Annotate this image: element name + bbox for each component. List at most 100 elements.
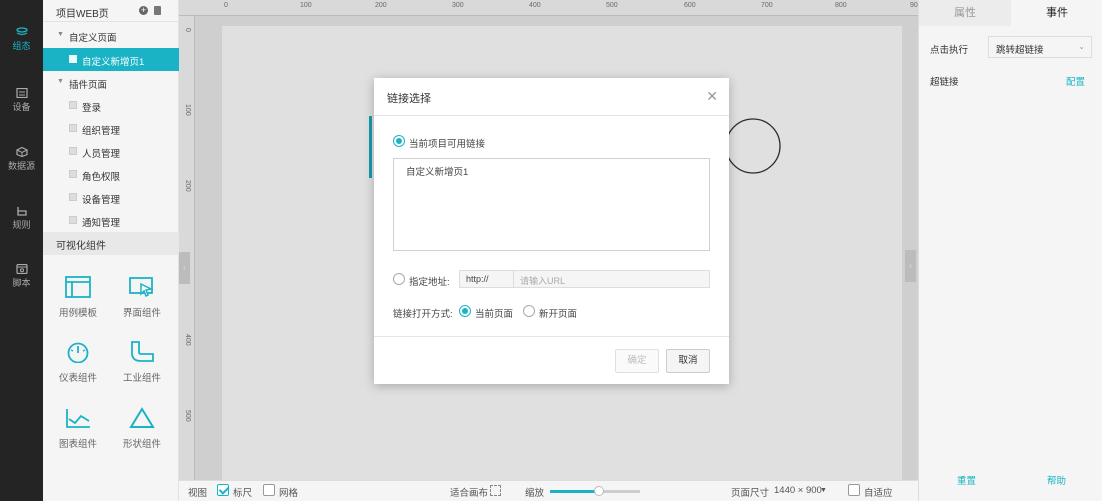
page-icon	[69, 147, 77, 155]
nav-item-device[interactable]: 设备	[0, 88, 43, 113]
tree-item-plugin-notify[interactable]: 通知管理	[43, 209, 179, 232]
triangle-icon	[129, 407, 155, 428]
nav-item-topology[interactable]: 组态	[0, 27, 43, 52]
zoom-slider[interactable]	[550, 486, 640, 496]
confirm-button[interactable]: 确定	[615, 349, 659, 373]
script-icon	[15, 264, 28, 274]
nav-label: 规则	[12, 220, 31, 230]
link-select-dialog: 链接选择 ✕ 当前项目可用链接 自定义新增页1 指定地址: http:// 请输…	[374, 78, 729, 384]
tree-item-plugin-users[interactable]: 人员管理	[43, 140, 179, 163]
tree-item-label: 角色权限	[82, 172, 121, 183]
auto-fit-checkbox[interactable]	[848, 484, 860, 496]
page-icon	[69, 55, 77, 63]
tree-item-plugin-roles[interactable]: 角色权限	[43, 163, 179, 186]
hyperlink-label: 超链接	[930, 77, 959, 88]
sidebar-title: 项目WEB页	[56, 9, 109, 20]
tree-item-label: 设备管理	[82, 195, 121, 206]
tree-item-plugin-devices[interactable]: 设备管理	[43, 186, 179, 209]
trash-icon[interactable]	[154, 6, 161, 15]
url-input[interactable]: 请输入URL	[520, 274, 565, 287]
component-chart[interactable]: 图表组件	[48, 407, 108, 450]
page-icon	[69, 216, 77, 224]
properties-panel: 属性 事件 点击执行 跳转超链接 ⌄ 超链接 配置 重置 帮助	[918, 0, 1102, 501]
tree-item-label: 自定义新增页1	[82, 57, 145, 68]
chevron-down-icon: ⌄	[1078, 42, 1085, 51]
tree-group-custom[interactable]: ▼ 自定义页面	[43, 24, 179, 47]
open-current-label: 当前页面	[475, 309, 514, 320]
tree-item-label: 人员管理	[82, 149, 121, 160]
reset-button[interactable]: 重置	[957, 473, 976, 487]
tree-item-label: 组织管理	[82, 126, 121, 137]
open-new-radio[interactable]	[523, 305, 535, 317]
components-section-header: 可视化组件	[43, 232, 179, 255]
page-icon	[69, 101, 77, 109]
fit-icon[interactable]	[490, 485, 501, 496]
component-label: 界面组件	[122, 308, 161, 319]
close-icon[interactable]: ✕	[706, 88, 718, 105]
nav-label: 设备	[12, 102, 31, 112]
click-action-select[interactable]: 跳转超链接 ⌄	[988, 36, 1092, 58]
custom-url-radio[interactable]	[393, 273, 405, 285]
grid-checkbox[interactable]	[263, 484, 275, 496]
custom-url-label: 指定地址:	[409, 277, 450, 288]
nav-item-rules[interactable]: 规则	[0, 206, 43, 231]
tree-item-plugin-org[interactable]: 组织管理	[43, 117, 179, 140]
link-option[interactable]: 自定义新增页1	[406, 164, 468, 178]
cancel-button[interactable]: 取消	[666, 349, 710, 373]
protocol-select[interactable]: http://	[466, 274, 489, 284]
open-new-label: 新开页面	[539, 309, 578, 320]
view-label: 视图	[188, 488, 208, 499]
configure-link[interactable]: 配置	[1066, 74, 1085, 88]
nav-item-script[interactable]: 脚本	[0, 264, 43, 289]
dialog-title: 链接选择	[387, 93, 431, 105]
tab-events[interactable]: 事件	[1011, 0, 1102, 26]
layers-icon	[15, 27, 28, 36]
left-nav: 组态 设备 数据源 规则 脚本	[0, 0, 43, 501]
available-links-list[interactable]: 自定义新增页1	[393, 158, 710, 251]
component-gauge[interactable]: 仪表组件	[48, 341, 108, 384]
page-size-select[interactable]: 1440 × 900	[774, 485, 822, 496]
page-icon	[69, 124, 77, 132]
cursor-window-icon	[129, 277, 154, 298]
zoom-label: 缩放	[525, 488, 545, 499]
component-industrial[interactable]: 工业组件	[112, 341, 172, 384]
pipe-icon	[131, 341, 154, 362]
component-label: 图表组件	[58, 439, 97, 450]
page-icon	[69, 193, 77, 201]
nav-label: 组态	[12, 41, 31, 51]
component-label: 用例模板	[58, 308, 97, 319]
nav-label: 数据源	[7, 161, 35, 171]
component-template[interactable]: 用例模板	[48, 276, 108, 319]
component-shape[interactable]: 形状组件	[112, 407, 172, 450]
tab-properties[interactable]: 属性	[919, 0, 1011, 26]
rule-icon	[16, 207, 27, 216]
tree-item-custom-page-1[interactable]: 自定义新增页1	[43, 48, 179, 71]
component-label: 形状组件	[122, 439, 161, 450]
click-action-label: 点击执行	[930, 45, 969, 56]
ruler-label: 标尺	[233, 488, 253, 499]
component-label: 仪表组件	[58, 373, 97, 384]
nav-item-datasource[interactable]: 数据源	[0, 147, 43, 172]
component-ui[interactable]: 界面组件	[112, 276, 172, 319]
tree-group-plugin[interactable]: ▼ 插件页面	[43, 71, 179, 94]
current-links-label: 当前项目可用链接	[409, 139, 486, 150]
help-button[interactable]: 帮助	[1047, 473, 1066, 487]
bottom-toolbar: 视图 标尺 网格 适合画布 缩放 页面尺寸 1440 × 900 ▼ 自适应	[179, 480, 918, 501]
tree-item-label: 登录	[82, 103, 102, 114]
ruler-checkbox[interactable]	[217, 484, 229, 496]
tree-item-plugin-login[interactable]: 登录	[43, 94, 179, 117]
tree-group-label: 插件页面	[69, 80, 108, 91]
tree-group-label: 自定义页面	[69, 33, 117, 44]
fit-canvas-button[interactable]: 适合画布	[450, 485, 488, 499]
click-action-value: 跳转超链接	[996, 45, 1044, 56]
dropdown-arrow-icon[interactable]: ▼	[820, 487, 827, 494]
open-current-radio[interactable]	[459, 305, 471, 317]
project-sidebar: 项目WEB页 + ▼ 自定义页面 自定义新增页1 ▼ 插件页面 登录 组织管理 …	[43, 0, 179, 501]
url-input-group: http:// 请输入URL	[459, 270, 710, 288]
open-mode-label: 链接打开方式:	[393, 309, 453, 320]
add-page-icon[interactable]: +	[139, 6, 148, 15]
component-label: 工业组件	[122, 373, 161, 384]
nav-label: 脚本	[12, 278, 31, 288]
current-links-radio[interactable]	[393, 135, 405, 147]
cube-icon	[15, 147, 28, 157]
